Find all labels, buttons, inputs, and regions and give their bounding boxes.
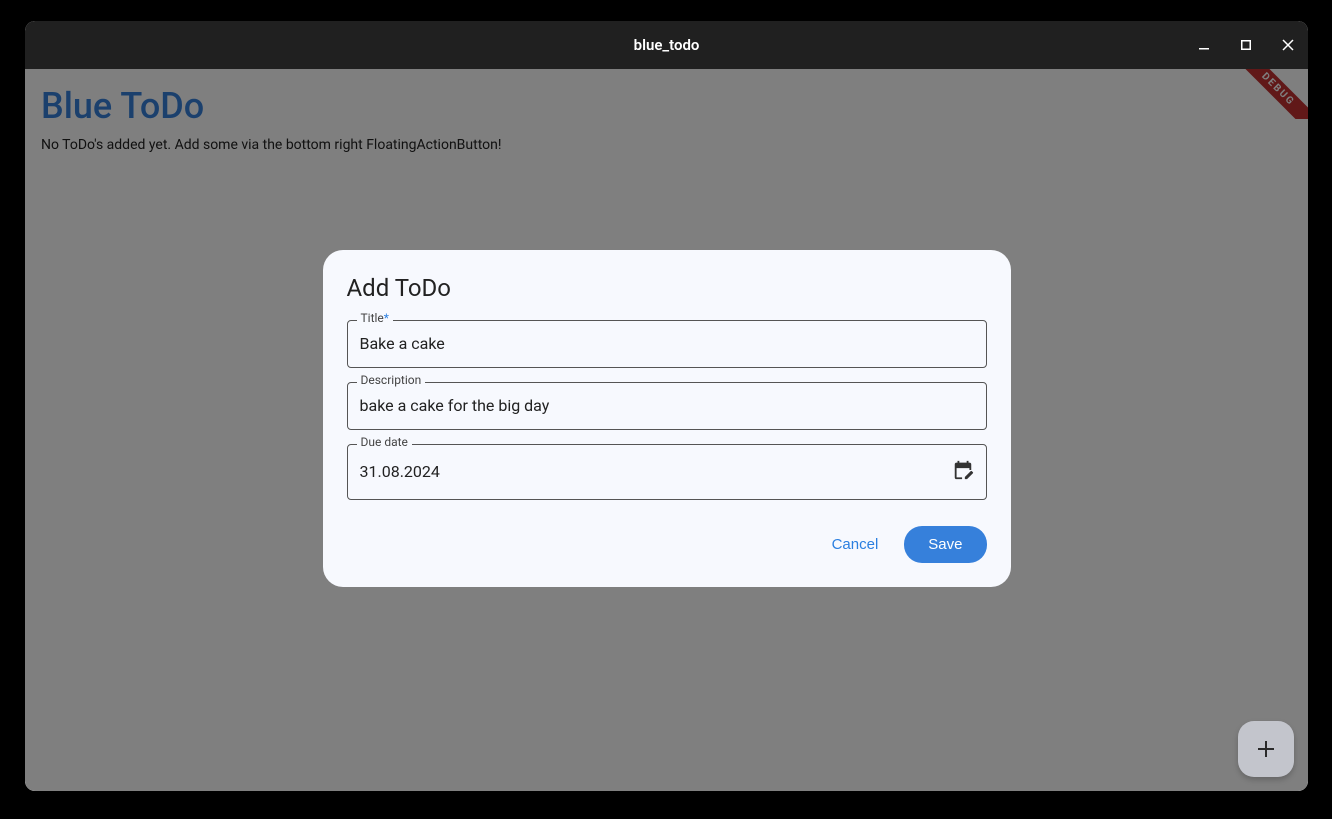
- close-button[interactable]: [1276, 33, 1300, 57]
- description-field-box: [347, 382, 987, 430]
- required-marker: *: [384, 311, 389, 325]
- dialog-actions: Cancel Save: [347, 526, 987, 563]
- title-field-label: Title*: [357, 311, 393, 325]
- due-date-field: Due date: [347, 444, 987, 500]
- due-date-field-box: [347, 444, 987, 500]
- titlebar: blue_todo: [25, 21, 1308, 69]
- save-button[interactable]: Save: [904, 526, 986, 563]
- description-input[interactable]: [360, 396, 974, 415]
- minimize-button[interactable]: [1192, 33, 1216, 57]
- maximize-button[interactable]: [1234, 33, 1258, 57]
- title-field-box: [347, 320, 987, 368]
- minimize-icon: [1198, 39, 1210, 51]
- dialog-title: Add ToDo: [347, 274, 987, 302]
- description-field-label: Description: [357, 373, 426, 387]
- due-date-input[interactable]: [360, 462, 944, 481]
- title-field: Title*: [347, 320, 987, 368]
- window-title: blue_todo: [634, 36, 700, 54]
- close-icon: [1282, 39, 1294, 51]
- title-input[interactable]: [360, 334, 974, 353]
- app-window: blue_todo Blue ToDo No ToDo's added yet.…: [25, 21, 1308, 791]
- calendar-picker-button[interactable]: [952, 459, 974, 485]
- description-field: Description: [347, 382, 987, 430]
- due-date-field-label: Due date: [357, 435, 412, 449]
- add-todo-fab[interactable]: [1238, 721, 1294, 777]
- modal-overlay[interactable]: Add ToDo Title* Description Due date: [25, 69, 1308, 791]
- title-label-text: Title: [361, 311, 384, 325]
- plus-icon: [1254, 737, 1278, 761]
- window-controls: [1192, 21, 1300, 69]
- cancel-button[interactable]: Cancel: [828, 528, 883, 561]
- calendar-edit-icon: [952, 459, 974, 481]
- add-todo-dialog: Add ToDo Title* Description Due date: [323, 250, 1011, 587]
- maximize-icon: [1241, 40, 1251, 50]
